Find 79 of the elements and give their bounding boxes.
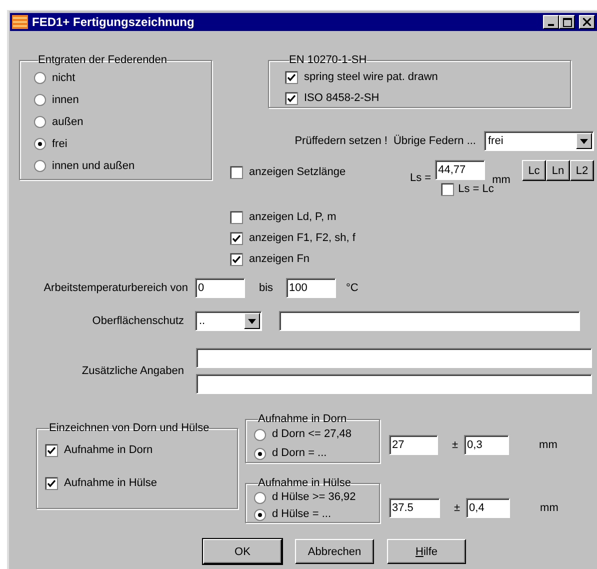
- checkbox-label: anzeigen F1, F2, sh, f: [249, 232, 356, 245]
- radio-button[interactable]: [254, 508, 266, 520]
- radio-button[interactable]: [34, 72, 46, 84]
- close-icon: [583, 18, 591, 26]
- input-field[interactable]: 0: [195, 278, 245, 298]
- dialog-button[interactable]: Hilfe: [387, 539, 466, 564]
- length-button[interactable]: Ln: [546, 160, 570, 181]
- group-title: Entgraten der Federenden: [38, 55, 168, 66]
- unit-label: mm: [540, 502, 558, 514]
- radio-button[interactable]: [34, 138, 46, 150]
- dialog-button[interactable]: OK: [203, 539, 282, 564]
- radio-label: d Hülse >= 36,92: [272, 491, 356, 504]
- radio-button[interactable]: [254, 448, 266, 460]
- radio-label: innen: [52, 94, 79, 106]
- label: bis: [259, 282, 274, 294]
- checkbox-label: Ls = Lc: [458, 182, 494, 196]
- unit-label: °C: [346, 282, 358, 294]
- checkbox[interactable]: [45, 477, 58, 490]
- input-field[interactable]: [196, 374, 592, 394]
- radio-button[interactable]: [254, 428, 266, 440]
- checkbox[interactable]: [441, 182, 454, 196]
- input-field[interactable]: [196, 348, 592, 368]
- checkbox-label: ISO 8458-2-SH: [304, 92, 380, 105]
- plus-minus-sign: ±: [452, 438, 458, 452]
- label: Arbeitstemperaturbereich von: [42, 282, 188, 294]
- checkbox-label: Aufnahme in Dorn: [64, 444, 153, 457]
- window-title: FED1+ Fertigungszeichnung: [32, 16, 194, 28]
- input-field[interactable]: 27: [389, 435, 438, 455]
- app-icon: [12, 15, 28, 29]
- length-button[interactable]: L2: [570, 160, 594, 181]
- radio-button[interactable]: [34, 94, 46, 106]
- input-field[interactable]: 100: [286, 278, 336, 298]
- label: Übrige Federn ...: [393, 134, 476, 148]
- minimize-button[interactable]: [543, 15, 559, 29]
- checkbox[interactable]: [285, 71, 298, 84]
- checkbox-label: anzeigen Setzlänge: [249, 166, 346, 178]
- checkbox[interactable]: [230, 166, 243, 178]
- checkbox[interactable]: [230, 211, 243, 224]
- checkbox-label: Aufnahme in Hülse: [64, 477, 157, 490]
- label: Oberflächenschutz: [91, 314, 184, 328]
- maximize-button[interactable]: [559, 15, 575, 29]
- checkbox-label: spring steel wire pat. drawn: [304, 71, 438, 84]
- label: Prüffedern setzen !: [294, 134, 388, 148]
- label: Zusätzliche Angaben: [80, 364, 184, 378]
- checkbox-label: anzeigen Ld, P, m: [249, 211, 336, 224]
- radio-label: d Dorn = ...: [272, 447, 327, 460]
- maximize-icon: [562, 18, 572, 26]
- group-title: EN 10270-1-SH: [289, 55, 367, 66]
- radio-label: d Dorn <= 27,48: [272, 428, 352, 441]
- input-field[interactable]: 0,3: [464, 435, 510, 455]
- checkbox[interactable]: [230, 253, 243, 266]
- input-field[interactable]: 44,77: [435, 160, 486, 180]
- radio-label: d Hülse = ...: [272, 508, 332, 521]
- close-button[interactable]: [579, 15, 595, 29]
- checkbox[interactable]: [285, 92, 298, 105]
- label: Ls =: [410, 172, 432, 186]
- group-title: Einzeichnen von Dorn und Hülse: [49, 423, 210, 434]
- plus-minus-sign: ±: [454, 502, 460, 514]
- input-field[interactable]: 0,4: [466, 498, 510, 518]
- dropdown[interactable]: frei: [484, 131, 594, 151]
- group-title: Aufnahme in Dorn: [258, 414, 347, 425]
- radio-button[interactable]: [34, 116, 46, 128]
- checkbox[interactable]: [45, 444, 58, 457]
- radio-button[interactable]: [254, 492, 266, 504]
- unit-label: mm: [492, 174, 510, 186]
- length-button[interactable]: Lc: [522, 160, 546, 181]
- checkbox-label: anzeigen Fn: [249, 253, 310, 266]
- radio-button[interactable]: [34, 160, 46, 172]
- checkbox[interactable]: [230, 232, 243, 245]
- radio-label: außen: [52, 116, 84, 128]
- dialog-button[interactable]: Abbrechen: [295, 539, 374, 564]
- unit-label: mm: [539, 438, 558, 452]
- dropdown[interactable]: ..: [195, 311, 262, 331]
- radio-label: nicht: [52, 72, 76, 84]
- input-field[interactable]: [279, 311, 580, 331]
- input-field[interactable]: 37.5: [389, 498, 440, 518]
- radio-label: innen und außen: [52, 160, 135, 172]
- group-title: Aufnahme in Hülse: [258, 478, 351, 489]
- radio-label: frei: [52, 138, 68, 150]
